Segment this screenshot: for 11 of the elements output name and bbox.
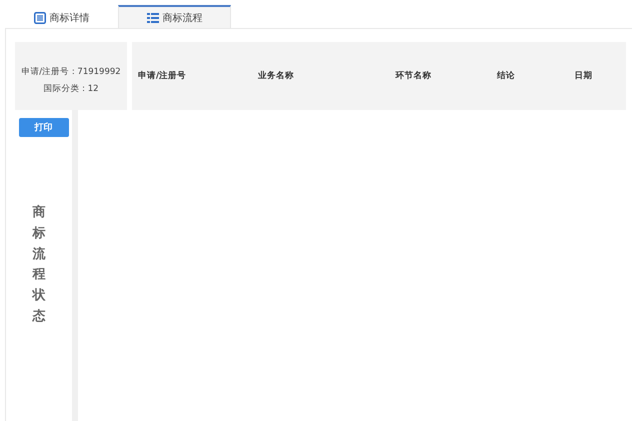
registration-number: 申请/注册号 : 71919992 <box>21 66 121 78</box>
column-header: 日期 <box>574 70 594 82</box>
column-header: 环节名称 <box>394 70 432 82</box>
column-header: 业务名称 <box>257 70 295 82</box>
tab[interactable]: 商标流程 <box>118 5 231 28</box>
column-header: 结论 <box>496 70 516 82</box>
side-title: 商标流程状态 <box>32 204 46 326</box>
list-icon <box>146 12 158 24</box>
column-header: 申请/注册号 <box>138 70 188 82</box>
international-class: 国际分类 : 12 <box>43 82 99 94</box>
document-icon <box>34 12 46 24</box>
